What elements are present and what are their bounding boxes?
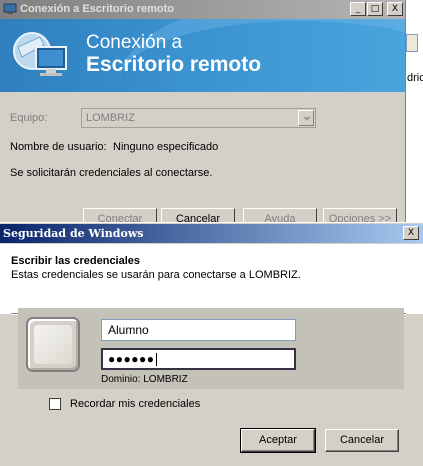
- credentials-heading: Escribir las credenciales: [11, 255, 141, 267]
- maximize-button[interactable]: □: [367, 2, 383, 16]
- remember-credentials-checkbox[interactable]: [49, 398, 61, 410]
- security-title-bar: Seguridad de Windows X: [0, 224, 423, 243]
- domain-text: Dominio: LOMBRIZ: [101, 374, 188, 385]
- username-field-value: Alumno: [108, 323, 149, 337]
- user-tile-icon: [26, 317, 80, 372]
- credentials-note: Se solicitarán credenciales al conectars…: [10, 167, 213, 179]
- credentials-subheading: Estas credenciales se usarán para conect…: [11, 269, 301, 281]
- banner-title-line1: Conexión a: [86, 32, 183, 53]
- remember-credentials-label[interactable]: Recordar mis credenciales: [70, 398, 200, 410]
- remote-desktop-logo-icon: [13, 32, 67, 76]
- background-text-fragment: dric: [407, 72, 423, 84]
- rdp-title-text: Conexión a Escritorio remoto: [20, 3, 175, 15]
- security-cancel-button[interactable]: Cancelar: [325, 429, 399, 452]
- password-field-value: ●●●●●●: [108, 352, 155, 366]
- security-title-text: Seguridad de Windows: [3, 227, 144, 240]
- chevron-down-icon[interactable]: [298, 110, 314, 126]
- computer-label: Equipo:: [10, 112, 48, 124]
- minimize-button[interactable]: _: [350, 2, 366, 16]
- username-field[interactable]: Alumno: [101, 319, 296, 341]
- background-button-fragment: [406, 34, 418, 52]
- background-window-fragment: dric: [406, 0, 423, 230]
- username-label: Nombre de usuario:: [10, 141, 107, 153]
- text-caret: [155, 353, 157, 367]
- banner-title-line2: Escritorio remoto: [86, 53, 262, 76]
- rdp-banner: Conexión a Escritorio remoto: [0, 19, 405, 92]
- windows-security-dialog: Seguridad de Windows X Escribir las cred…: [0, 222, 423, 466]
- rdp-title-bar: Conexión a Escritorio remoto _ □ X: [0, 0, 405, 19]
- username-value: Ninguno especificado: [113, 141, 219, 153]
- credential-tile-panel: Alumno ●●●●●● Dominio: LOMBRIZ: [18, 308, 404, 389]
- remote-desktop-window: Conexión a Escritorio remoto _ □ X Conex…: [0, 0, 406, 230]
- security-header: Escribir las credenciales Estas credenci…: [0, 244, 423, 315]
- rdp-app-icon: [3, 3, 17, 14]
- computer-combobox[interactable]: LOMBRIZ: [81, 108, 316, 128]
- password-field[interactable]: ●●●●●●: [101, 348, 296, 370]
- rdp-close-button[interactable]: X: [387, 2, 403, 16]
- security-close-button[interactable]: X: [403, 226, 419, 240]
- computer-combobox-value: LOMBRIZ: [86, 112, 135, 124]
- accept-button[interactable]: Aceptar: [240, 428, 316, 453]
